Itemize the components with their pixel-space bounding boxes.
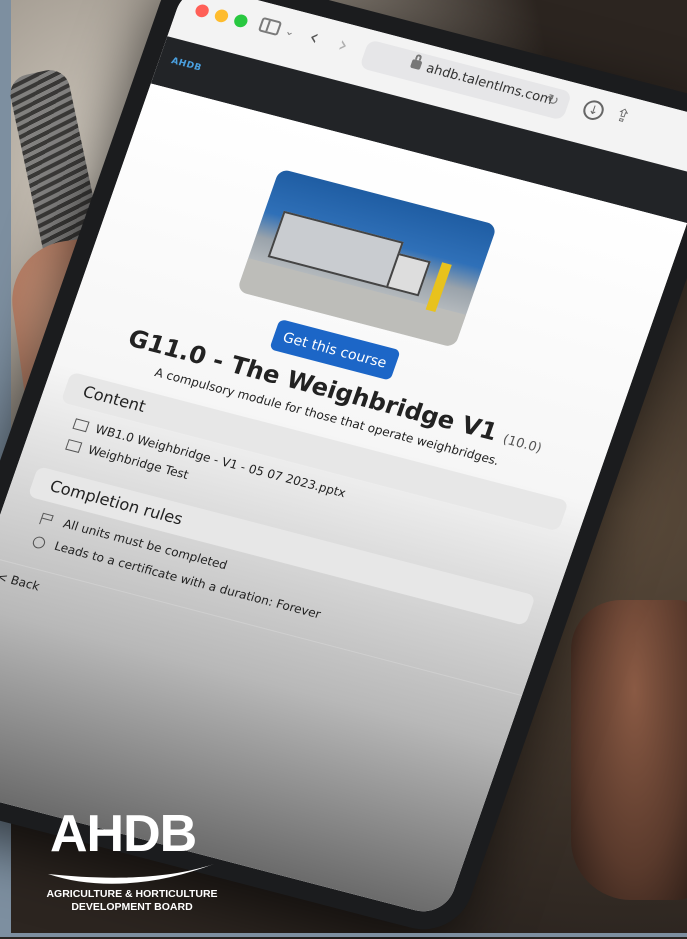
sidebar-icon[interactable] bbox=[257, 16, 283, 37]
test-icon bbox=[65, 439, 83, 453]
url-text[interactable]: ahdb.talentlms.com bbox=[424, 61, 555, 108]
close-dot[interactable] bbox=[193, 3, 211, 19]
presentation-icon bbox=[72, 418, 90, 433]
ahdb-wordmark: AHDB bbox=[50, 805, 197, 863]
site-logo[interactable]: AHDB bbox=[170, 56, 203, 73]
lock-icon bbox=[409, 59, 423, 71]
ahdb-tagline-line2: DEVELOPMENT BOARD bbox=[71, 901, 193, 913]
minimize-dot[interactable] bbox=[213, 8, 230, 24]
certificate-icon bbox=[31, 534, 47, 550]
ahdb-swoosh-icon bbox=[48, 864, 214, 884]
forward-icon[interactable]: › bbox=[335, 33, 352, 59]
chevron-down-icon[interactable]: ⌄ bbox=[283, 24, 296, 39]
image-yellow-post bbox=[425, 262, 452, 313]
flag-icon bbox=[39, 512, 56, 527]
back-icon[interactable]: ‹ bbox=[306, 25, 323, 51]
zoom-dot[interactable] bbox=[232, 13, 250, 29]
ahdb-logo: AHDB AGRICULTURE & HORTICULTURE DEVELOPM… bbox=[46, 808, 218, 918]
back-link[interactable]: < Back bbox=[0, 569, 42, 593]
course-version: (10.0) bbox=[500, 432, 544, 457]
bottom-accent-strip bbox=[0, 933, 687, 937]
ahdb-tagline-line1: AGRICULTURE & HORTICULTURE bbox=[46, 888, 218, 900]
course-image bbox=[236, 168, 498, 348]
share-icon[interactable]: ⇪ bbox=[612, 104, 634, 128]
download-icon[interactable]: ↓ bbox=[580, 98, 607, 123]
right-hand bbox=[571, 600, 687, 900]
